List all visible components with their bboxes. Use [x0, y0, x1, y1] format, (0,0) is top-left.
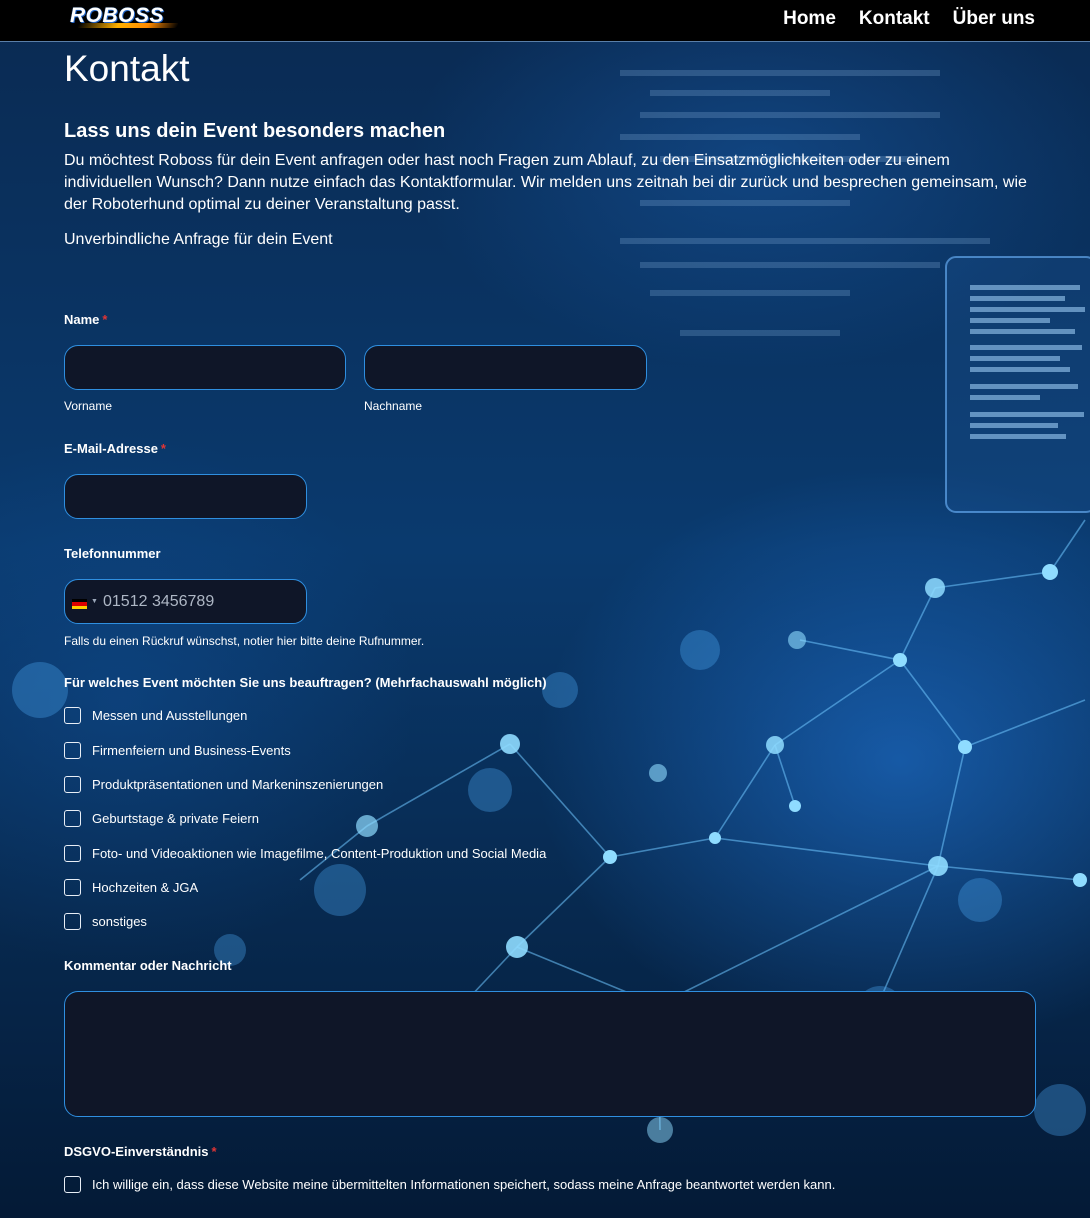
email-label: E-Mail-Adresse *	[64, 441, 166, 456]
germany-flag-icon[interactable]	[72, 599, 87, 609]
last-name-input[interactable]	[364, 345, 647, 390]
email-input[interactable]	[64, 474, 307, 519]
event-option: Produktpräsentationen und Markeninszenie…	[64, 776, 383, 793]
event-option-label: Produktpräsentationen und Markeninszenie…	[92, 777, 384, 792]
gdpr-consent-text: Ich willige ein, dass diese Website mein…	[92, 1177, 836, 1192]
page-title: Kontakt	[64, 48, 190, 89]
form-subheading: Unverbindliche Anfrage für dein Event	[64, 231, 333, 248]
event-option-label: sonstiges	[92, 914, 147, 929]
first-name-input[interactable]	[64, 345, 346, 390]
gdpr-label-text: DSGVO-Einverständnis	[64, 1144, 209, 1159]
gdpr-consent: Ich willige ein, dass diese Website mein…	[64, 1176, 835, 1193]
event-option-label: Messen und Ausstellungen	[92, 708, 248, 723]
event-checkbox[interactable]	[64, 810, 81, 827]
event-option: Messen und Ausstellungen	[64, 707, 247, 724]
event-checkbox[interactable]	[64, 776, 81, 793]
event-option: sonstiges	[64, 913, 147, 930]
event-checkbox[interactable]	[64, 707, 81, 724]
required-mark: *	[102, 312, 108, 327]
gdpr-label: DSGVO-Einverständnis *	[64, 1144, 217, 1159]
section-heading: Lass uns dein Event besonders machen	[64, 120, 446, 142]
first-name-sublabel: Vorname	[64, 399, 113, 413]
main-nav: Home Kontakt Über uns	[783, 8, 1035, 30]
nav-link-kontakt[interactable]: Kontakt	[859, 8, 930, 30]
event-option-label: Foto- und Videoaktionen wie Imagefilme, …	[92, 846, 547, 861]
comment-label: Kommentar oder Nachricht	[64, 958, 232, 973]
logo-swoosh-icon	[76, 23, 180, 28]
chevron-down-icon[interactable]: ▼	[91, 598, 98, 605]
event-checkbox[interactable]	[64, 879, 81, 896]
email-label-text: E-Mail-Adresse	[64, 441, 158, 456]
event-option-label: Geburtstage & private Feiern	[92, 811, 259, 826]
last-name-sublabel: Nachname	[364, 399, 423, 413]
event-option: Geburtstage & private Feiern	[64, 810, 259, 827]
event-checkbox[interactable]	[64, 845, 81, 862]
name-label-text: Name	[64, 312, 100, 327]
event-checkbox[interactable]	[64, 913, 81, 930]
nav-link-home[interactable]: Home	[783, 8, 836, 30]
comment-textarea[interactable]	[64, 991, 1036, 1117]
intro-text: Du möchtest Roboss für dein Event anfrag…	[64, 152, 1027, 213]
phone-field: ▼	[64, 579, 307, 624]
event-option: Hochzeiten & JGA	[64, 879, 198, 896]
event-checkbox[interactable]	[64, 742, 81, 759]
event-option-label: Firmenfeiern und Business-Events	[92, 743, 291, 758]
name-label: Name *	[64, 312, 107, 327]
top-navbar: ROBOSS Home Kontakt Über uns	[0, 0, 1090, 42]
required-mark: *	[211, 1144, 217, 1159]
event-option: Foto- und Videoaktionen wie Imagefilme, …	[64, 845, 546, 862]
phone-label: Telefonnummer	[64, 546, 161, 561]
events-label: Für welches Event möchten Sie uns beauft…	[64, 675, 547, 690]
required-mark: *	[160, 441, 166, 456]
phone-hint: Falls du einen Rückruf wünschst, notier …	[64, 634, 425, 648]
nav-link-ueber-uns[interactable]: Über uns	[953, 8, 1035, 30]
phone-input[interactable]	[103, 586, 298, 618]
gdpr-checkbox[interactable]	[64, 1176, 81, 1193]
event-option-label: Hochzeiten & JGA	[92, 880, 199, 895]
event-option: Firmenfeiern und Business-Events	[64, 742, 291, 759]
